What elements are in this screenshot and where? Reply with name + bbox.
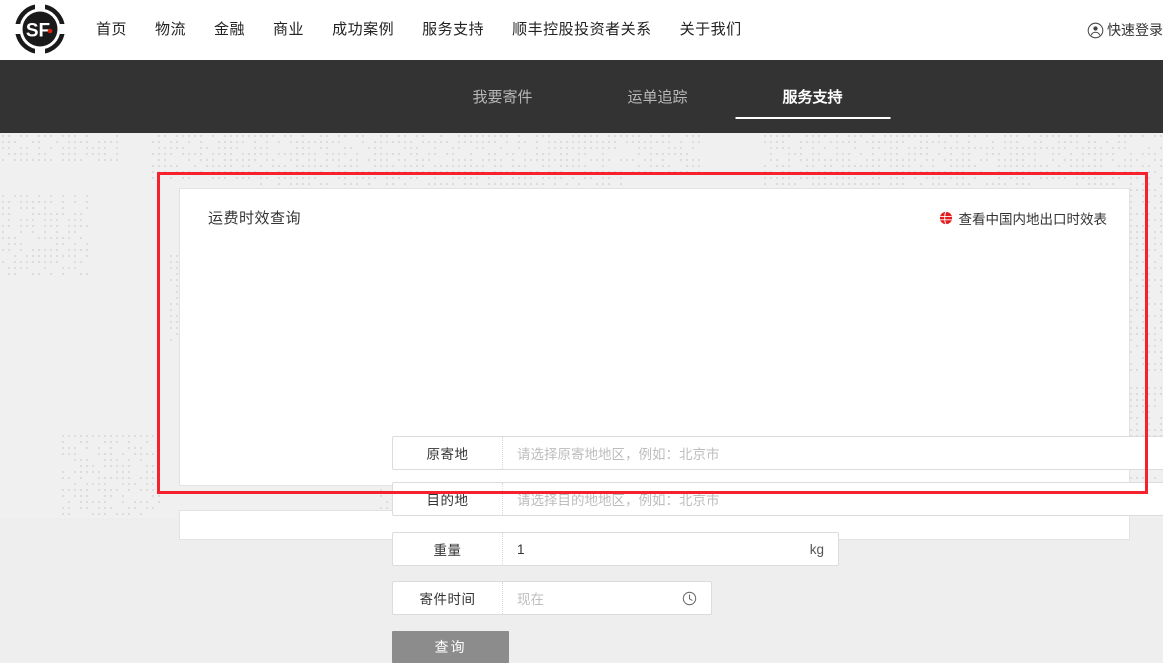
nav-item-logistics[interactable]: 物流	[155, 0, 186, 60]
field-origin[interactable]: 原寄地 请选择原寄地地区，例如：北京市 ···	[392, 436, 1163, 470]
field-ship-time-input[interactable]: 现在	[503, 582, 667, 614]
freight-query-card: 运费时效查询 查看中国内地出口时效表 原寄地 请选择原寄地地区，例如：北京市 ·…	[179, 188, 1163, 663]
tab-service-support-label: 服务支持	[782, 89, 843, 106]
site-header: SF 首页 物流 金融 商业 成功案例 服务支持 顺丰控股投资者关系 关于我们 …	[0, 0, 1163, 60]
field-weight-label: 重量	[393, 533, 503, 565]
tab-send-package[interactable]: 我要寄件	[425, 60, 580, 133]
field-destination-label: 目的地	[393, 483, 503, 515]
nav-item-cases[interactable]: 成功案例	[332, 0, 394, 60]
quick-login-label: 快速登录	[1107, 22, 1163, 38]
nav-item-business[interactable]: 商业	[273, 0, 304, 60]
field-ship-time-label: 寄件时间	[393, 582, 503, 614]
user-circle-icon	[1087, 22, 1104, 38]
quick-login-button[interactable]: 快速登录	[1087, 0, 1163, 60]
clock-icon	[682, 591, 696, 605]
field-origin-label: 原寄地	[393, 437, 503, 469]
query-submit-button[interactable]: 查询	[392, 631, 509, 663]
field-origin-input[interactable]: 请选择原寄地地区，例如：北京市	[503, 437, 1163, 469]
nav-item-home[interactable]: 首页	[96, 0, 127, 60]
svg-text:SF: SF	[26, 21, 50, 42]
field-destination-input[interactable]: 请选择目的地地区，例如：北京市	[503, 483, 1163, 515]
export-timetable-label: 查看中国内地出口时效表	[958, 212, 1108, 227]
export-timetable-link[interactable]: 查看中国内地出口时效表	[939, 208, 1108, 228]
nav-item-service-support[interactable]: 服务支持	[422, 0, 484, 60]
tab-send-package-label: 我要寄件	[472, 89, 533, 106]
tab-service-support[interactable]: 服务支持	[735, 60, 890, 133]
nav-item-finance[interactable]: 金融	[214, 0, 245, 60]
tab-track-waybill-label: 运单追踪	[627, 89, 688, 106]
primary-navigation: 首页 物流 金融 商业 成功案例 服务支持 顺丰控股投资者关系 关于我们	[96, 0, 742, 60]
tab-track-waybill[interactable]: 运单追踪	[580, 60, 735, 133]
sf-express-logo[interactable]: SF	[12, 2, 68, 56]
field-weight[interactable]: 重量 1 kg	[392, 532, 839, 566]
secondary-navigation: 我要寄件 运单追踪 服务支持	[0, 60, 1163, 133]
field-weight-input[interactable]: 1	[503, 533, 810, 565]
nav-item-about-us[interactable]: 关于我们	[680, 0, 742, 60]
field-ship-time-picker-button[interactable]	[667, 582, 711, 614]
page-root: SF 首页 物流 金融 商业 成功案例 服务支持 顺丰控股投资者关系 关于我们 …	[0, 0, 1163, 663]
nav-item-investor-relations[interactable]: 顺丰控股投资者关系	[512, 0, 652, 60]
card-title: 运费时效查询	[208, 210, 302, 227]
field-destination[interactable]: 目的地 请选择目的地地区，例如：北京市 ···	[392, 482, 1163, 516]
field-ship-time[interactable]: 寄件时间 现在	[392, 581, 712, 615]
globe-icon	[939, 211, 952, 225]
field-weight-unit: kg	[809, 541, 824, 557]
